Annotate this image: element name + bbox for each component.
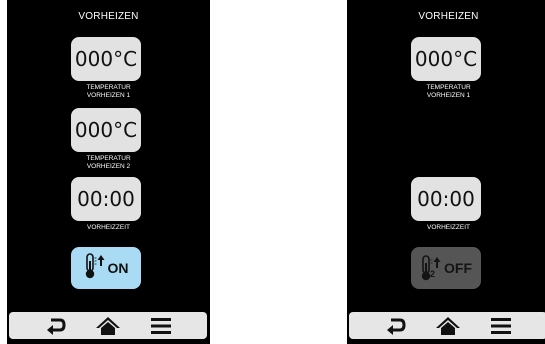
temperature-1-button[interactable]: 000°C <box>71 37 141 81</box>
toggle-label: ON <box>107 260 129 276</box>
caption-line: VORHEIZEN 1 <box>86 92 131 99</box>
thermometer-index-label: 2 <box>430 269 436 279</box>
caption-line: VORHEIZEN 1 <box>426 92 471 99</box>
caption-line: TEMPERATUR <box>86 84 131 91</box>
thermometer-2-up-icon: 2 <box>420 254 442 282</box>
screen-title: VORHEIZEN <box>78 11 139 22</box>
back-icon[interactable] <box>382 315 408 337</box>
caption-line: TEMPERATUR <box>426 84 471 91</box>
caption-line: VORHEIZEN 2 <box>86 163 131 170</box>
bottom-navbar <box>9 312 207 339</box>
menu-icon[interactable] <box>148 315 174 337</box>
caption-line: VORHEIZZEIT <box>87 224 130 231</box>
bottom-navbar <box>349 312 545 339</box>
toggle-label: OFF <box>444 260 472 276</box>
menu-icon[interactable] <box>488 315 514 337</box>
preheat-toggle-button[interactable]: 2 OFF <box>411 247 481 289</box>
temperature-1-button[interactable]: 000°C <box>411 37 481 81</box>
preheat-time-button[interactable]: 00:00 <box>71 177 141 221</box>
temperature-1-caption: TEMPERATUR VORHEIZEN 1 <box>7 84 210 100</box>
screen-title: VORHEIZEN <box>418 11 479 22</box>
thermometer-up-icon <box>84 252 106 285</box>
caption-line: TEMPERATUR <box>86 155 131 162</box>
temperature-2-button[interactable]: 000°C <box>71 108 141 152</box>
temperature-2-caption: TEMPERATUR VORHEIZEN 2 <box>7 155 210 171</box>
preheat-time-button[interactable]: 00:00 <box>411 177 481 221</box>
preheat-time-caption: VORHEIZZEIT <box>7 224 210 232</box>
home-icon[interactable] <box>435 315 461 337</box>
preheat-time-caption: VORHEIZZEIT <box>347 224 545 232</box>
screen-right: VORHEIZEN 000°C TEMPERATUR VORHEIZEN 1 0… <box>347 0 545 344</box>
preheat-toggle-button[interactable]: ON <box>71 247 141 289</box>
home-icon[interactable] <box>95 315 121 337</box>
caption-line: VORHEIZZEIT <box>427 224 470 231</box>
temperature-1-caption: TEMPERATUR VORHEIZEN 1 <box>347 84 545 100</box>
back-icon[interactable] <box>42 315 68 337</box>
screen-left: VORHEIZEN 000°C TEMPERATUR VORHEIZEN 1 0… <box>7 0 210 344</box>
